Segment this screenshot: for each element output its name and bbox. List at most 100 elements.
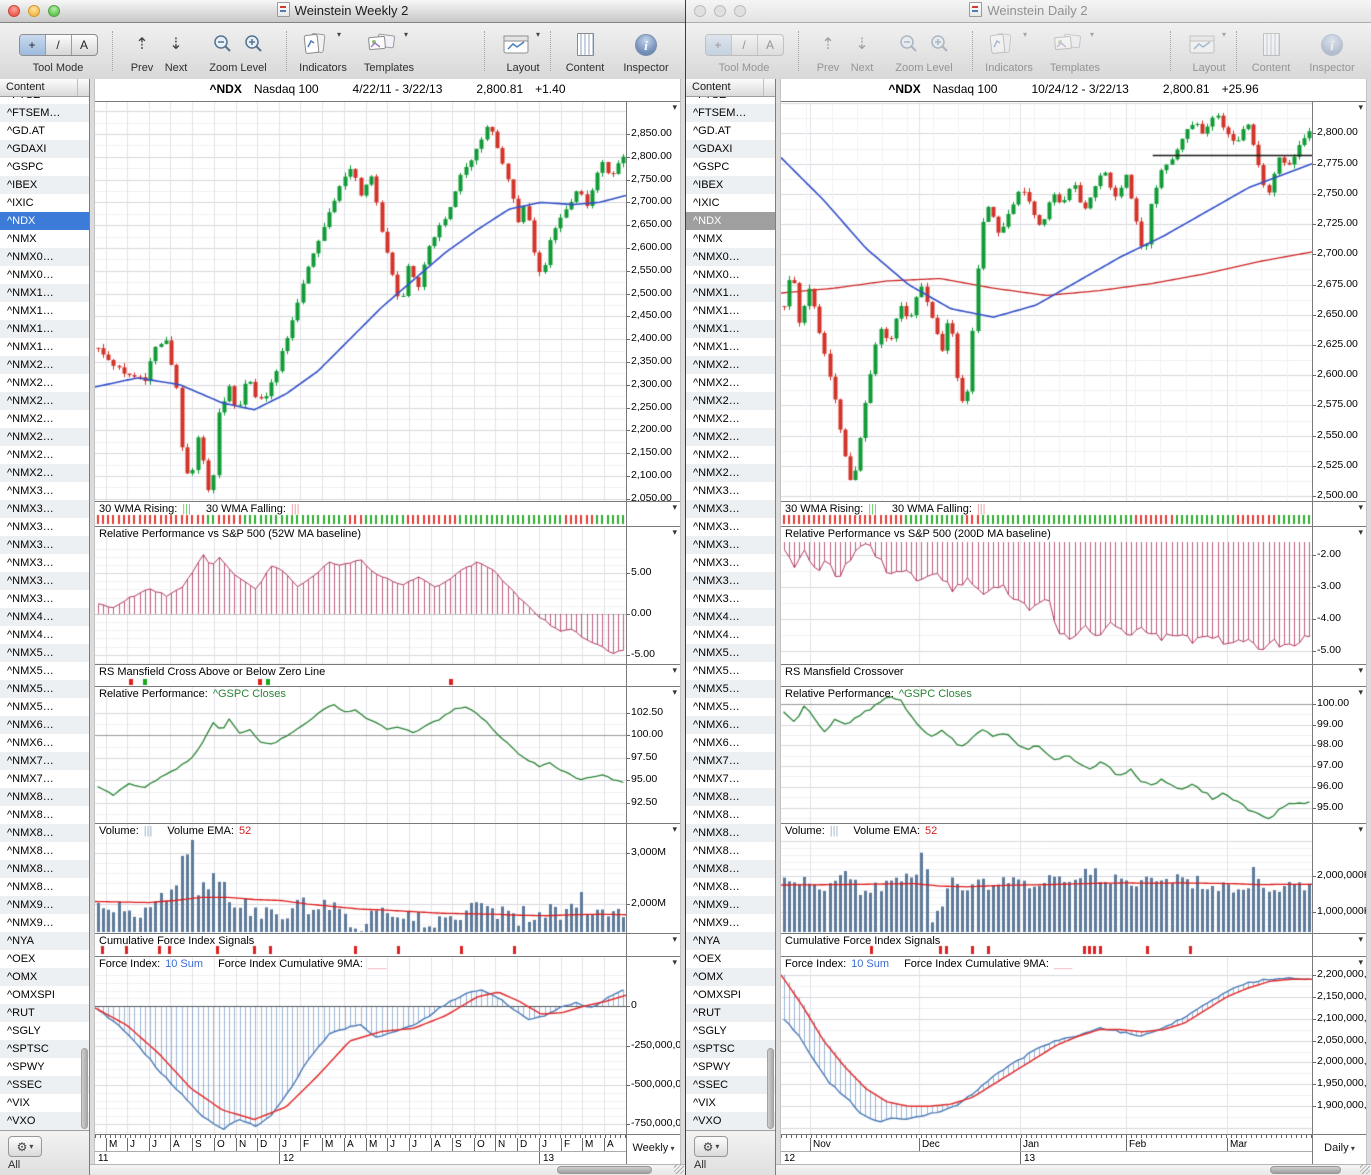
content-button[interactable]: Content — [556, 28, 614, 74]
symbol-list-item[interactable]: ^NMX1… — [0, 284, 89, 302]
symbol-list-item[interactable]: ^NMX5… — [0, 680, 89, 698]
panel-disclosure-button[interactable]: ▾ — [1358, 687, 1363, 698]
tool-crosshair-button[interactable]: + — [19, 34, 45, 55]
next-button[interactable]: ⇣ Next — [844, 28, 880, 74]
panel-disclosure-button[interactable]: ▾ — [672, 957, 677, 968]
panel-disclosure-button[interactable]: ▾ — [1358, 934, 1363, 945]
symbol-list-item[interactable]: ^NMX3… — [0, 554, 89, 572]
symbol-list-item[interactable]: ^NMX2… — [0, 374, 89, 392]
sidebar-header-content-tab[interactable]: Content — [686, 79, 775, 97]
symbol-list-item[interactable]: ^GSPC — [0, 158, 89, 176]
horizontal-scrollbar[interactable] — [90, 1164, 685, 1175]
sidebar-scrollbar-thumb[interactable] — [767, 1048, 774, 1129]
symbol-list-item[interactable]: ^SPTSC — [686, 1040, 775, 1058]
tool-text-button[interactable]: A — [756, 34, 783, 55]
timeframe-select[interactable]: Daily ▾ — [1313, 1142, 1366, 1154]
symbol-list-item[interactable]: ^NMX3… — [686, 518, 775, 536]
panel-disclosure-button[interactable]: ▾ — [1358, 957, 1363, 968]
symbol-list-item[interactable]: ^OEX — [0, 950, 89, 968]
symbol-list-item[interactable]: ^NMX8… — [686, 860, 775, 878]
symbol-list-item[interactable]: ^NMX3… — [686, 554, 775, 572]
symbol-list-item[interactable]: ^NDX — [686, 212, 775, 230]
symbol-list-item[interactable]: ^NMX2… — [686, 410, 775, 428]
next-button[interactable]: ⇣ Next — [158, 28, 194, 74]
symbol-list-item[interactable]: ^NMX3… — [686, 536, 775, 554]
symbol-list-item[interactable]: ^NMX2… — [0, 464, 89, 482]
horizontal-scrollbar-thumb[interactable] — [1269, 1166, 1342, 1174]
symbol-list-item[interactable]: ^GSPC — [686, 158, 775, 176]
symbol-list-item[interactable]: ^NMX8… — [686, 842, 775, 860]
symbol-list-item[interactable]: ^NMX7… — [686, 752, 775, 770]
symbol-list-item[interactable]: ^NMX5… — [0, 698, 89, 716]
symbol-list-item[interactable]: ^NMX4… — [0, 626, 89, 644]
symbol-list-item[interactable]: ^NMX1… — [686, 320, 775, 338]
symbol-list-item[interactable]: ^GD.AT — [0, 122, 89, 140]
symbol-list-item[interactable]: ^NMX2… — [686, 428, 775, 446]
symbol-list-item[interactable]: ^SGLY — [0, 1022, 89, 1040]
panel-disclosure-button[interactable]: ▾ — [672, 934, 677, 945]
inspector-button[interactable]: i Inspector — [614, 28, 678, 74]
symbol-list-item[interactable]: ^NMX2… — [0, 356, 89, 374]
symbol-list-item[interactable]: ^FTSE — [686, 97, 775, 104]
volume-chart-canvas[interactable] — [95, 824, 626, 933]
zoom-in-button[interactable] — [243, 34, 264, 55]
symbol-list-item[interactable]: ^NMX3… — [686, 500, 775, 518]
horizontal-scrollbar-thumb[interactable] — [557, 1166, 653, 1174]
symbol-list-item[interactable]: ^RUT — [686, 1004, 775, 1022]
relative-performance-chart-canvas[interactable] — [781, 527, 1312, 664]
symbol-list-item[interactable]: ^NMX8… — [0, 860, 89, 878]
layout-button[interactable]: ▾ Layout — [1178, 28, 1240, 74]
symbol-list-item[interactable]: ^NMX3… — [0, 590, 89, 608]
symbol-list-item[interactable]: ^NMX2… — [0, 410, 89, 428]
symbol-list-item[interactable]: ^SPTSC — [0, 1040, 89, 1058]
timeframe-select[interactable]: Weekly ▾ — [627, 1142, 680, 1154]
panel-disclosure-button[interactable]: ▾ — [672, 824, 677, 835]
symbol-list-item[interactable]: ^NMX9… — [686, 896, 775, 914]
symbol-list-item[interactable]: ^NMX3… — [686, 590, 775, 608]
symbol-list-item[interactable]: ^NMX8… — [0, 788, 89, 806]
symbol-list-item[interactable]: ^IBEX — [686, 176, 775, 194]
chart-right-scroll-strip[interactable] — [680, 79, 685, 1164]
minimize-button[interactable] — [28, 5, 40, 17]
symbol-list-item[interactable]: ^NMX2… — [686, 374, 775, 392]
symbol-list-item[interactable]: ^NMX9… — [686, 914, 775, 932]
symbol-list-item[interactable]: ^NMX1… — [686, 338, 775, 356]
symbol-list-item[interactable]: ^NMX5… — [686, 662, 775, 680]
symbol-list-item[interactable]: ^NMX6… — [0, 716, 89, 734]
symbol-list-item[interactable]: ^NMX8… — [686, 788, 775, 806]
panel-disclosure-button[interactable]: ▾ — [1358, 527, 1363, 538]
templates-button[interactable]: ▾ Templates — [1038, 28, 1112, 74]
action-gear-button[interactable]: ⚙ ▾ — [694, 1136, 728, 1157]
tool-crosshair-button[interactable]: + — [705, 34, 731, 55]
symbol-list-item[interactable]: ^NMX1… — [0, 320, 89, 338]
symbol-list-item[interactable]: ^NMX2… — [686, 446, 775, 464]
main-chart-canvas[interactable] — [781, 102, 1312, 501]
symbol-list-item[interactable]: ^IXIC — [0, 194, 89, 212]
symbol-list-item[interactable]: ^VXO — [686, 1112, 775, 1130]
symbol-list-item[interactable]: ^IBEX — [0, 176, 89, 194]
symbol-list-item[interactable]: ^NMX — [0, 230, 89, 248]
indicators-button[interactable]: ▾ Indicators — [288, 28, 358, 74]
sidebar-header-content-tab[interactable]: Content — [0, 79, 89, 97]
panel-disclosure-button[interactable]: ▾ — [672, 502, 677, 513]
layout-button[interactable]: ▾ Layout — [492, 28, 554, 74]
symbol-list-item[interactable]: ^NMX9… — [0, 896, 89, 914]
symbol-list-item[interactable]: ^NMX3… — [686, 482, 775, 500]
symbol-list-item[interactable]: ^SPWY — [0, 1058, 89, 1076]
indicators-button[interactable]: ▾ Indicators — [974, 28, 1044, 74]
symbol-list-item[interactable]: ^NMX0… — [0, 266, 89, 284]
zoom-out-button[interactable] — [898, 34, 919, 55]
symbol-list-item[interactable]: ^NMX3… — [0, 536, 89, 554]
relative-performance-line-chart-canvas[interactable] — [781, 687, 1312, 823]
zoom-window-button[interactable] — [48, 5, 60, 17]
symbol-list-item[interactable]: ^NMX3… — [686, 572, 775, 590]
resize-grip[interactable] — [674, 1164, 684, 1174]
symbol-list-item[interactable]: ^NMX1… — [0, 302, 89, 320]
resize-grip[interactable] — [1360, 1164, 1370, 1174]
relative-performance-line-chart-canvas[interactable] — [95, 687, 626, 823]
close-button[interactable] — [8, 5, 20, 17]
symbol-list-item[interactable]: ^NMX — [686, 230, 775, 248]
tool-line-button[interactable]: / — [44, 34, 71, 55]
symbol-list-item[interactable]: ^NMX5… — [686, 644, 775, 662]
symbol-list-item[interactable]: ^GDAXI — [0, 140, 89, 158]
